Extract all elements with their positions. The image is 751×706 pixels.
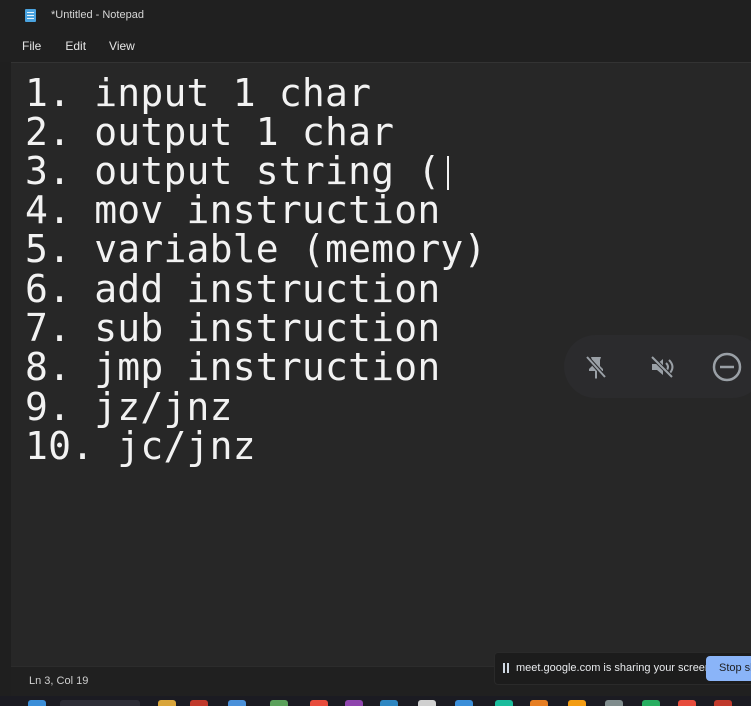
taskbar-app-icon[interactable] (714, 700, 732, 706)
taskbar-app-icon[interactable] (345, 700, 363, 706)
stop-sharing-button[interactable]: Stop sh (706, 656, 751, 681)
taskbar-app-icon[interactable] (568, 700, 586, 706)
screen-share-notice: meet.google.com is sharing your screen. … (494, 652, 751, 685)
editor-line: 6. add instruction (25, 267, 441, 311)
taskbar-app-icon[interactable] (418, 700, 436, 706)
taskbar-app-icon[interactable] (642, 700, 660, 706)
notepad-window: *Untitled - Notepad File Edit View 1. in… (0, 0, 751, 706)
text-caret (447, 156, 449, 190)
taskbar-app-icon[interactable] (228, 700, 246, 706)
editor-line: 4. mov instruction (25, 188, 441, 232)
share-message: meet.google.com is sharing your screen. (516, 662, 715, 674)
explorer-icon[interactable] (158, 700, 176, 706)
taskbar-app-icon[interactable] (605, 700, 623, 706)
editor-line: 8. jmp instruction (25, 345, 441, 389)
menu-view[interactable]: View (109, 39, 135, 53)
taskbar-app-icon[interactable] (310, 700, 328, 706)
editor-line: 2. output 1 char (25, 110, 395, 154)
taskbar-app-icon[interactable] (270, 700, 288, 706)
editor-line: 7. sub instruction (25, 306, 441, 350)
minus-circle-icon[interactable] (711, 351, 743, 383)
notepad-icon (25, 8, 36, 22)
editor-line: 9. jz/jnz (25, 385, 233, 429)
taskbar (0, 696, 751, 706)
taskbar-app-icon[interactable] (530, 700, 548, 706)
start-icon[interactable] (28, 700, 46, 706)
meet-floating-controls (564, 335, 751, 398)
taskbar-app-icon[interactable] (455, 700, 473, 706)
menu-file[interactable]: File (22, 39, 41, 53)
editor-line: 1. input 1 char (25, 71, 372, 115)
pause-icon (503, 663, 511, 674)
editor-line: 5. variable (memory) (25, 227, 487, 271)
title-bar[interactable]: *Untitled - Notepad (0, 0, 751, 30)
taskbar-app-icon[interactable] (190, 700, 208, 706)
taskbar-app-icon[interactable] (495, 700, 513, 706)
pin-off-icon[interactable] (580, 351, 612, 383)
taskbar-app-icon[interactable] (678, 700, 696, 706)
cursor-position: Ln 3, Col 19 (29, 675, 89, 687)
search-box[interactable] (60, 700, 140, 706)
editor-line: 10. jc/jnz (25, 424, 256, 468)
editor-line: 3. output string ( (25, 149, 441, 193)
window-title: *Untitled - Notepad (51, 9, 144, 21)
menu-edit[interactable]: Edit (65, 39, 86, 53)
volume-off-icon[interactable] (646, 351, 678, 383)
taskbar-app-icon[interactable] (380, 700, 398, 706)
menu-bar: File Edit View (0, 30, 751, 62)
